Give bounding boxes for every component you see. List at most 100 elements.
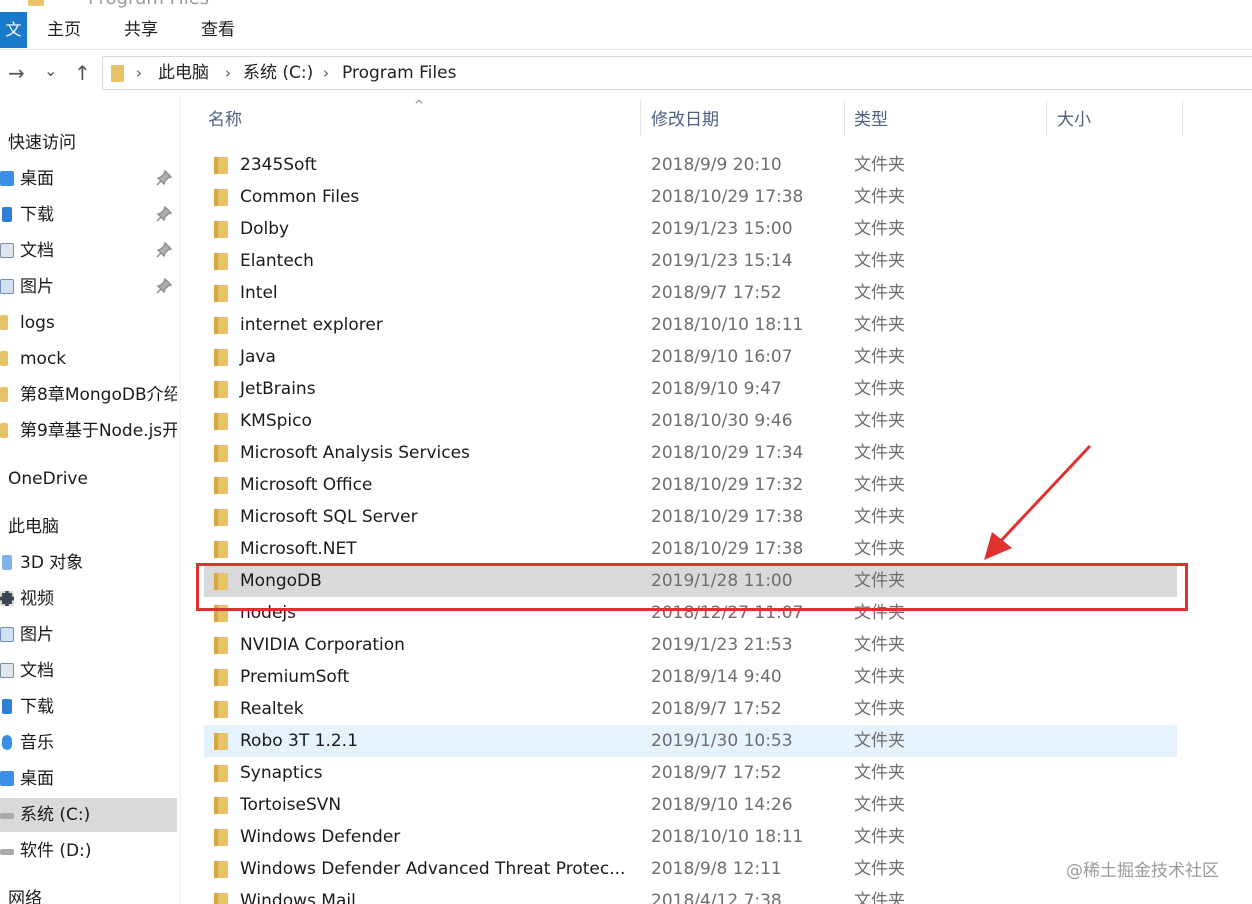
drive-icon: [0, 813, 14, 819]
file-name: Microsoft SQL Server: [240, 507, 418, 527]
table-row[interactable]: NVIDIA Corporation 2019/1/23 21:53 文件夹: [204, 629, 1177, 661]
file-name: Dolby: [240, 219, 290, 239]
column-header-size[interactable]: 大小: [1057, 96, 1091, 140]
column-header-name[interactable]: 名称: [208, 96, 242, 140]
tab-home[interactable]: 主页: [47, 12, 81, 48]
up-button[interactable]: ↑: [74, 62, 91, 84]
breadcrumb-drive-c[interactable]: 系统 (C:): [243, 62, 313, 84]
column-separator[interactable]: [1182, 100, 1183, 136]
file-type: 文件夹: [854, 411, 905, 431]
breadcrumb-this-pc[interactable]: 此电脑: [158, 62, 209, 84]
file-name: Windows Defender: [240, 827, 401, 847]
column-header-type[interactable]: 类型: [854, 96, 888, 140]
pin-icon[interactable]: [156, 170, 172, 186]
file-type: 文件夹: [854, 251, 905, 271]
tab-view[interactable]: 查看: [201, 12, 235, 48]
sidebar-item-pictures[interactable]: 图片: [0, 270, 177, 304]
sidebar-item-videos[interactable]: 视频: [0, 582, 177, 616]
ribbon: 文件 主页 共享 查看: [0, 10, 1252, 50]
file-date: 2019/1/23 15:14: [651, 251, 793, 271]
address-bar[interactable]: › 此电脑 › 系统 (C:) › Program Files: [102, 56, 1252, 90]
document-icon: [0, 243, 14, 258]
sidebar-item-chapter9[interactable]: 第9章基于Node.js开: [0, 414, 177, 448]
table-row[interactable]: internet explorer 2018/10/10 18:11 文件夹: [204, 309, 1177, 341]
table-row[interactable]: Java 2018/9/10 16:07 文件夹: [204, 341, 1177, 373]
sidebar-item-pc-documents[interactable]: 文档: [0, 654, 177, 688]
sidebar-quick-access[interactable]: 快速访问: [0, 126, 177, 160]
column-separator[interactable]: [1046, 100, 1047, 136]
sidebar-network[interactable]: 网络: [0, 882, 177, 904]
sidebar-item-3d-objects[interactable]: 3D 对象: [0, 546, 177, 580]
music-icon: [2, 735, 12, 750]
sidebar-item-chapter8[interactable]: 第8章MongoDB介绍: [0, 378, 177, 412]
file-type: 文件夹: [854, 155, 905, 175]
breadcrumb-program-files[interactable]: Program Files: [342, 62, 456, 84]
file-date: 2018/9/7 17:52: [651, 763, 782, 783]
table-row[interactable]: Windows Defender Advanced Threat Protec.…: [204, 853, 1177, 885]
table-row[interactable]: Realtek 2018/9/7 17:52 文件夹: [204, 693, 1177, 725]
sidebar-item-desktop[interactable]: 桌面: [0, 162, 177, 196]
file-type: 文件夹: [854, 795, 905, 815]
pin-icon[interactable]: [156, 206, 172, 222]
table-row[interactable]: Robo 3T 1.2.1 2019/1/30 10:53 文件夹: [204, 725, 1177, 757]
sidebar-this-pc[interactable]: 此电脑: [0, 510, 177, 544]
table-row[interactable]: Intel 2018/9/7 17:52 文件夹: [204, 277, 1177, 309]
table-row[interactable]: Windows Defender 2018/10/10 18:11 文件夹: [204, 821, 1177, 853]
table-row[interactable]: KMSpico 2018/10/30 9:46 文件夹: [204, 405, 1177, 437]
recent-locations-button[interactable]: ⌄: [44, 60, 57, 82]
sidebar-item-pc-pictures[interactable]: 图片: [0, 618, 177, 652]
file-date: 2018/9/7 17:52: [651, 283, 782, 303]
sidebar-item-mock[interactable]: mock: [0, 342, 177, 376]
forward-button[interactable]: →: [8, 62, 25, 84]
sidebar-item-drive-d[interactable]: 软件 (D:): [0, 834, 177, 868]
download-icon: [2, 699, 12, 714]
file-name: Microsoft.NET: [240, 539, 357, 559]
table-row[interactable]: Elantech 2019/1/23 15:14 文件夹: [204, 245, 1177, 277]
file-date: 2019/1/30 10:53: [651, 731, 793, 751]
table-row[interactable]: JetBrains 2018/9/10 9:47 文件夹: [204, 373, 1177, 405]
column-header-date[interactable]: 修改日期: [651, 96, 719, 140]
chevron-right-icon: ›: [225, 64, 231, 82]
column-separator[interactable]: [844, 100, 845, 136]
tab-share[interactable]: 共享: [124, 12, 158, 48]
sidebar-item-downloads[interactable]: 下载: [0, 198, 177, 232]
pane-divider[interactable]: [180, 96, 181, 904]
table-row[interactable]: Synaptics 2018/9/7 17:52 文件夹: [204, 757, 1177, 789]
sidebar-item-pc-desktop[interactable]: 桌面: [0, 762, 177, 796]
sidebar-item-logs[interactable]: logs: [0, 306, 177, 340]
sidebar-item-label: 第9章基于Node.js开: [20, 421, 177, 441]
sidebar-item-label: logs: [20, 313, 55, 333]
folder-icon: [0, 423, 8, 438]
pin-icon[interactable]: [156, 278, 172, 294]
file-date: 2019/1/23 15:00: [651, 219, 793, 239]
folder-icon: [214, 445, 228, 462]
pin-icon[interactable]: [156, 242, 172, 258]
table-row[interactable]: Common Files 2018/10/29 17:38 文件夹: [204, 181, 1177, 213]
table-row[interactable]: Windows Mail 2018/4/12 7:38 文件夹: [204, 885, 1177, 904]
sidebar-item-documents[interactable]: 文档: [0, 234, 177, 268]
sidebar-item-drive-c[interactable]: 系统 (C:): [0, 798, 177, 832]
sidebar-onedrive[interactable]: OneDrive: [0, 462, 177, 496]
table-row[interactable]: Dolby 2019/1/23 15:00 文件夹: [204, 213, 1177, 245]
column-separator[interactable]: [640, 100, 641, 136]
file-type: 文件夹: [854, 539, 905, 559]
sidebar-item-pc-downloads[interactable]: 下载: [0, 690, 177, 724]
document-icon: [0, 663, 14, 678]
table-row[interactable]: PremiumSoft 2018/9/14 9:40 文件夹: [204, 661, 1177, 693]
file-type: 文件夹: [854, 443, 905, 463]
sidebar-item-label: 桌面: [20, 169, 54, 189]
table-row[interactable]: TortoiseSVN 2018/9/10 14:26 文件夹: [204, 789, 1177, 821]
table-row[interactable]: 2345Soft 2018/9/9 20:10 文件夹: [204, 149, 1177, 181]
file-date: 2018/4/12 7:38: [651, 891, 782, 904]
sidebar-item-label: 文档: [20, 241, 54, 261]
window-title: Program Files: [88, 0, 209, 9]
sidebar-item-music[interactable]: 音乐: [0, 726, 177, 760]
folder-icon: [214, 317, 228, 334]
file-name: Java: [240, 347, 276, 367]
file-date: 2018/10/10 18:11: [651, 827, 804, 847]
sidebar-item-label: 此电脑: [8, 517, 59, 537]
folder-icon: [0, 387, 8, 402]
tab-file[interactable]: 文件: [0, 12, 27, 48]
folder-icon: [214, 381, 228, 398]
sidebar-item-label: 软件 (D:): [20, 841, 92, 861]
